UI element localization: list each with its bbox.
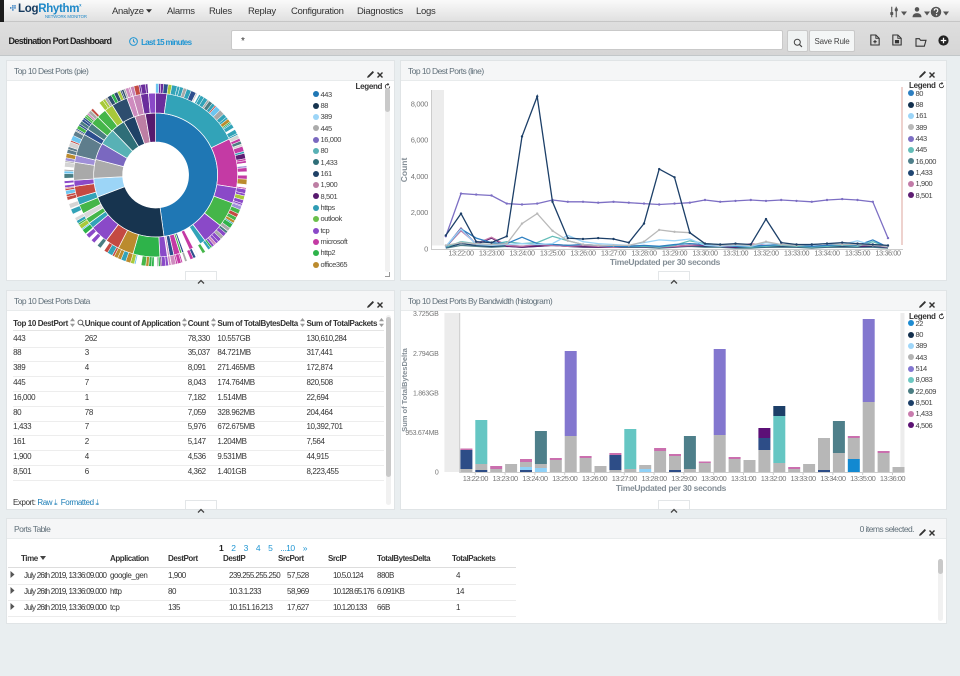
svg-text:3.725GB: 3.725GB (413, 311, 439, 318)
svg-text:13:36:00: 13:36:00 (880, 474, 906, 483)
svg-text:2,000: 2,000 (411, 208, 428, 217)
svg-text:13:35:00: 13:35:00 (850, 474, 876, 483)
svg-text:4,000: 4,000 (411, 172, 428, 181)
svg-text:0: 0 (424, 245, 428, 254)
svg-text:13:30:00: 13:30:00 (701, 474, 727, 483)
svg-text:2.794GB: 2.794GB (413, 351, 439, 358)
svg-text:13:24:00: 13:24:00 (522, 474, 548, 483)
svg-text:13:26:00: 13:26:00 (582, 474, 608, 483)
svg-text:13:28:00: 13:28:00 (641, 474, 667, 483)
svg-text:13:22:00: 13:22:00 (463, 474, 489, 483)
svg-text:13:34:00: 13:34:00 (820, 474, 846, 483)
svg-text:13:32:00: 13:32:00 (761, 474, 787, 483)
svg-text:Sum of TotalBytesDelta: Sum of TotalBytesDelta (401, 347, 409, 431)
svg-text:13:25:00: 13:25:00 (552, 474, 578, 483)
svg-text:13:27:00: 13:27:00 (612, 474, 638, 483)
svg-text:0: 0 (435, 470, 439, 477)
svg-text:8,000: 8,000 (411, 99, 428, 108)
svg-text:13:31:00: 13:31:00 (731, 474, 757, 483)
svg-text:Count: Count (401, 158, 409, 183)
svg-text:953.674MB: 953.674MB (405, 430, 439, 437)
svg-text:1.863GB: 1.863GB (413, 390, 439, 397)
svg-text:13:23:00: 13:23:00 (492, 474, 518, 483)
svg-text:TimeUpdated per 30 seconds: TimeUpdated per 30 seconds (610, 257, 721, 267)
svg-text:TimeUpdated per 30 seconds: TimeUpdated per 30 seconds (616, 483, 727, 493)
svg-text:6,000: 6,000 (411, 136, 428, 145)
svg-text:13:33:00: 13:33:00 (790, 474, 816, 483)
svg-text:13:29:00: 13:29:00 (671, 474, 697, 483)
